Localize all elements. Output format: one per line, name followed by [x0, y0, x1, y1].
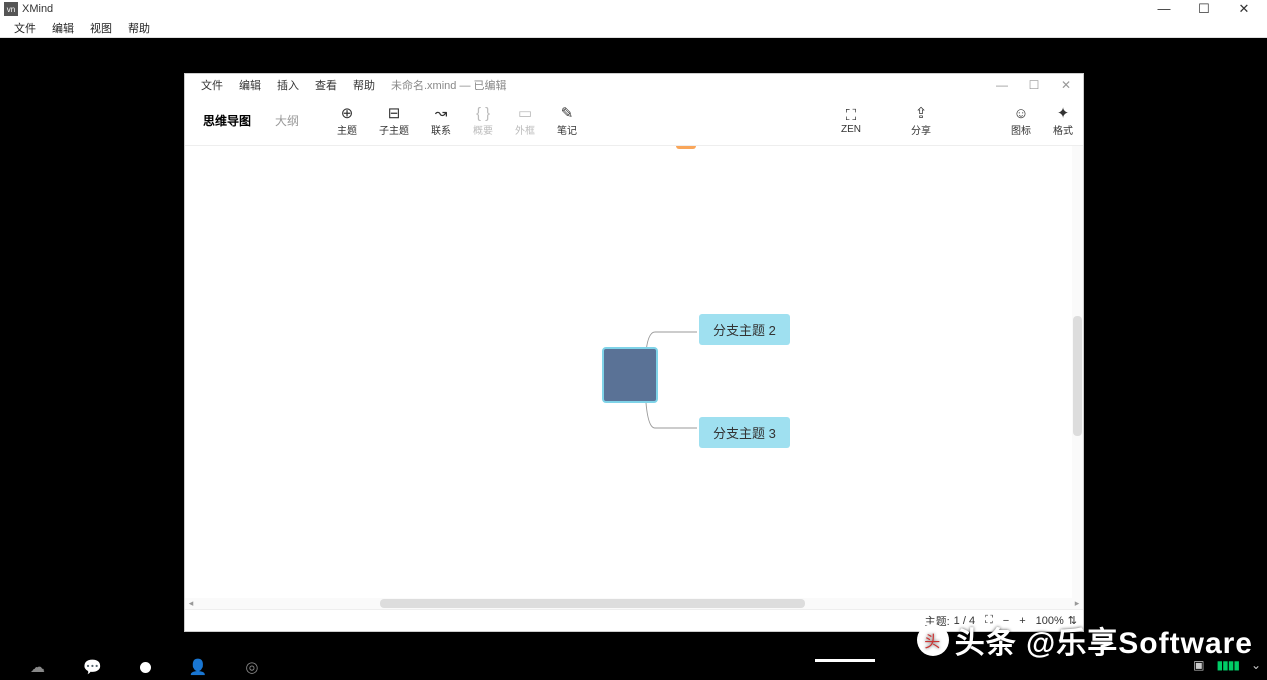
desktop-area: 文件 编辑 插入 查看 帮助 未命名.xmind — 已编辑 — ☐ ✕ 思维导…	[0, 38, 1267, 680]
tool-relation[interactable]: ↝ 联系	[431, 104, 451, 137]
vertical-scroll-thumb[interactable]	[1073, 316, 1082, 436]
taskbar-tray: ▣ ▮▮▮▮ ⌄	[1193, 658, 1261, 672]
inner-minimize-button[interactable]: —	[993, 78, 1011, 92]
outer-maximize-button[interactable]: ☐	[1193, 1, 1215, 17]
mindmap-canvas[interactable]: 分支主题 2 分支主题 3 ◂ ▸	[185, 146, 1083, 609]
outer-menubar: 文件 编辑 视图 帮助	[0, 18, 1267, 38]
tray-app-icon[interactable]: ▣	[1193, 658, 1204, 672]
tool-icon-label: 图标	[1011, 122, 1031, 137]
person-icon[interactable]: 👤	[189, 658, 208, 676]
zen-icon: ⛶	[846, 106, 857, 124]
tool-share-label: 分享	[911, 122, 931, 137]
tool-zen[interactable]: ⛶ ZEN	[841, 106, 861, 135]
branch-topic-2[interactable]: 分支主题 2	[699, 314, 790, 345]
tool-format[interactable]: ✦ 格式	[1053, 104, 1073, 137]
inner-close-button[interactable]: ✕	[1057, 78, 1075, 92]
outer-menu-file[interactable]: 文件	[6, 20, 44, 36]
outer-window-titlebar: vn XMind — ☐ ✕	[0, 0, 1267, 18]
inner-maximize-button[interactable]: ☐	[1025, 78, 1043, 92]
inner-menu-help[interactable]: 帮助	[345, 77, 383, 93]
inner-menu-insert[interactable]: 插入	[269, 77, 307, 93]
signal-icon: ▮▮▮▮	[1217, 658, 1239, 672]
tool-border[interactable]: ▭ 外框	[515, 104, 535, 137]
topic-icon: ⊕	[341, 104, 354, 122]
tool-subtopic[interactable]: ⊟ 子主题	[379, 104, 409, 137]
tab-mindmap[interactable]: 思维导图	[195, 108, 259, 133]
inner-menu-view[interactable]: 查看	[307, 77, 345, 93]
emoticon-icon: ☺	[1013, 104, 1028, 122]
tool-relation-label: 联系	[431, 122, 451, 137]
watermark-logo-icon: 头	[917, 624, 949, 656]
summary-icon: { }	[476, 104, 490, 122]
tool-topic-label: 主题	[337, 122, 357, 137]
format-icon: ✦	[1057, 104, 1070, 122]
outer-menu-help[interactable]: 帮助	[120, 20, 158, 36]
chevron-down-icon[interactable]: ⌄	[1251, 658, 1261, 672]
outer-menu-edit[interactable]: 编辑	[44, 20, 82, 36]
tool-border-label: 外框	[515, 122, 535, 137]
xmind-editor-window: 文件 编辑 插入 查看 帮助 未命名.xmind — 已编辑 — ☐ ✕ 思维导…	[184, 73, 1084, 632]
chat-icon[interactable]: 💬	[83, 658, 102, 676]
tab-outline[interactable]: 大纲	[267, 108, 307, 133]
outer-close-button[interactable]: ✕	[1233, 1, 1255, 17]
vertical-scrollbar[interactable]	[1072, 146, 1083, 598]
tool-summary[interactable]: { } 概要	[473, 104, 493, 137]
app-title: XMind	[22, 3, 1153, 15]
note-icon: ✎	[561, 104, 574, 122]
central-topic-node[interactable]	[602, 347, 658, 403]
scroll-right-arrow-icon[interactable]: ▸	[1071, 598, 1083, 609]
horizontal-scroll-thumb[interactable]	[380, 599, 805, 608]
border-icon: ▭	[518, 104, 532, 122]
tool-note[interactable]: ✎ 笔记	[557, 104, 577, 137]
inner-menu-file[interactable]: 文件	[193, 77, 231, 93]
inner-menu-edit[interactable]: 编辑	[231, 77, 269, 93]
outer-menu-view[interactable]: 视图	[82, 20, 120, 36]
tool-format-label: 格式	[1053, 122, 1073, 137]
inner-menubar: 文件 编辑 插入 查看 帮助 未命名.xmind — 已编辑 — ☐ ✕	[185, 74, 1083, 96]
branch-topic-3[interactable]: 分支主题 3	[699, 417, 790, 448]
cloud-icon[interactable]: ☁	[30, 658, 45, 676]
target-icon[interactable]: ◎	[245, 658, 258, 676]
tool-zen-label: ZEN	[841, 124, 861, 135]
tool-summary-label: 概要	[473, 122, 493, 137]
record-indicator-icon[interactable]	[140, 662, 151, 673]
relation-icon: ↝	[435, 104, 448, 122]
accent-marker	[676, 146, 696, 149]
scroll-left-arrow-icon[interactable]: ◂	[185, 598, 197, 609]
subtopic-icon: ⊟	[388, 104, 401, 122]
tool-note-label: 笔记	[557, 122, 577, 137]
toolbar: 思维导图 大纲 ⊕ 主题 ⊟ 子主题 ↝ 联系 { } 概要	[185, 96, 1083, 146]
tool-subtopic-label: 子主题	[379, 122, 409, 137]
outer-minimize-button[interactable]: —	[1153, 1, 1175, 17]
horizontal-scrollbar[interactable]: ◂ ▸	[185, 598, 1083, 609]
tool-icon[interactable]: ☺ 图标	[1011, 104, 1031, 137]
tool-share[interactable]: ⇪ 分享	[911, 104, 931, 137]
share-icon: ⇪	[915, 104, 928, 122]
app-logo-icon: vn	[4, 2, 18, 16]
tool-topic[interactable]: ⊕ 主题	[337, 104, 357, 137]
taskbar: ☁ 💬 👤 ◎	[0, 654, 1267, 680]
document-title: 未命名.xmind — 已编辑	[391, 77, 507, 93]
